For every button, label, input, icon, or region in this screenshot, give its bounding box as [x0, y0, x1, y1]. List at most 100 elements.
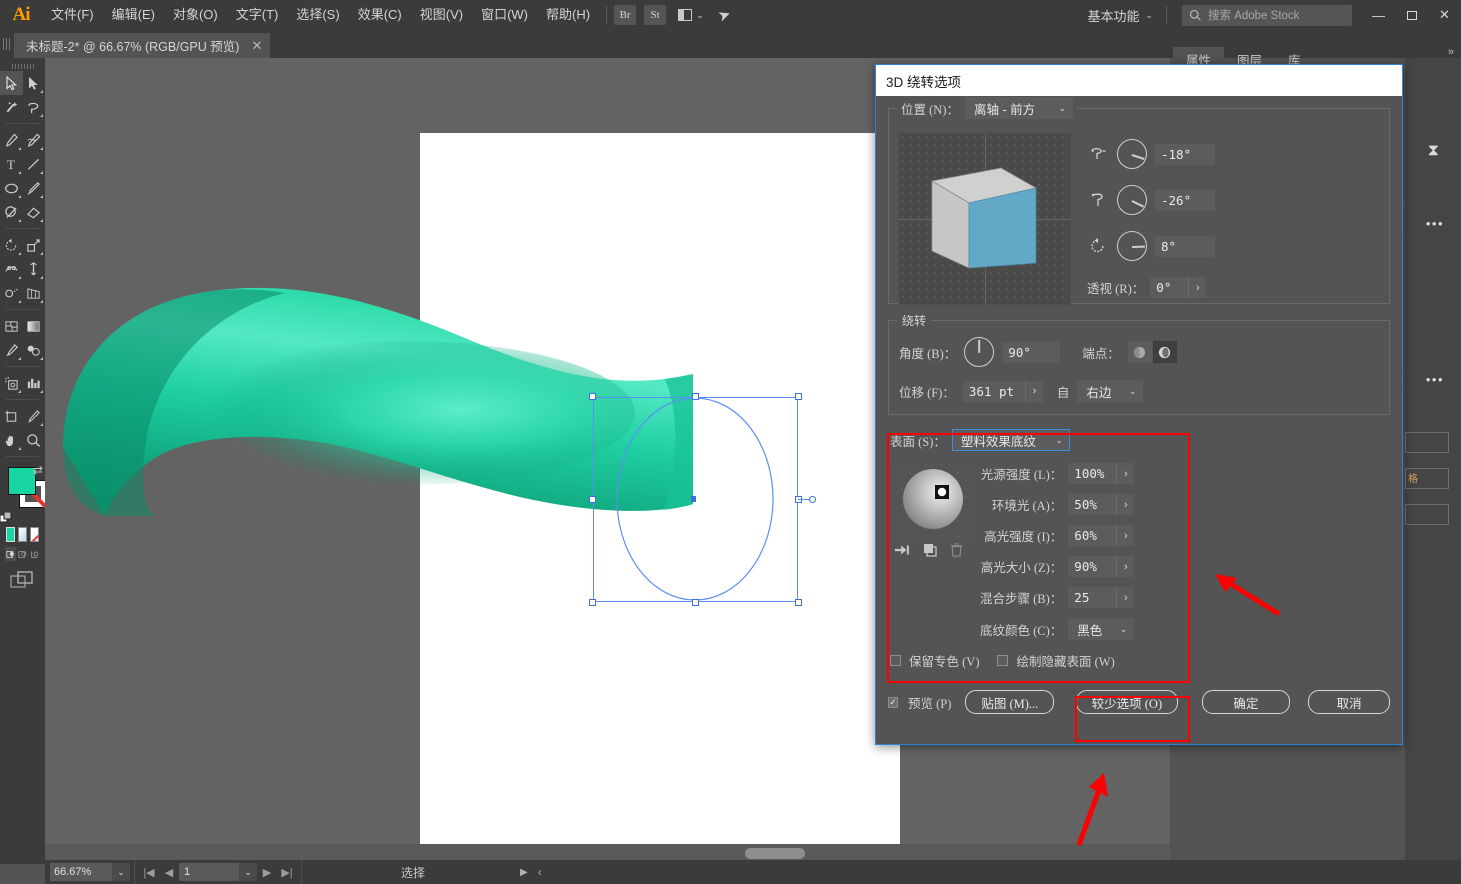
handle-middle-left[interactable]: [589, 496, 596, 503]
menu-select[interactable]: 选择(S): [287, 0, 348, 30]
add-light-icon[interactable]: [894, 543, 910, 562]
fewer-options-button[interactable]: 较少选项 (O): [1076, 690, 1178, 714]
minimize-button[interactable]: —: [1362, 0, 1395, 30]
selection-bounding-box[interactable]: [589, 393, 816, 606]
delete-light-icon[interactable]: [950, 543, 963, 562]
toolbar-grip[interactable]: [0, 61, 45, 71]
handle-bottom-left[interactable]: [589, 599, 596, 606]
pen-tool[interactable]: [0, 128, 23, 152]
color-swatch[interactable]: [6, 527, 15, 542]
light-sphere-preview[interactable]: [890, 461, 976, 539]
link-broken-icon[interactable]: ⧗: [1428, 142, 1439, 160]
artboard-dropdown-button[interactable]: ⌄: [239, 863, 257, 881]
revolve-options-dialog[interactable]: 3D 绕转选项 位置 (N)： 离轴 - 前方 ⌄ -18° -26° 8° 透…: [875, 64, 1403, 745]
close-icon[interactable]: ✕: [251, 38, 262, 54]
highlight-intensity-stepper[interactable]: ›: [1116, 525, 1135, 546]
none-swatch[interactable]: [30, 527, 39, 542]
gradient-swatch[interactable]: [18, 527, 27, 542]
perspective-stepper[interactable]: ›: [1188, 277, 1207, 298]
offset-field[interactable]: 361 pt: [962, 380, 1025, 402]
revolve-angle-field[interactable]: 90°: [1002, 341, 1061, 363]
ellipse-tool[interactable]: [0, 176, 23, 200]
width-tool[interactable]: [0, 257, 23, 281]
draw-inside-mode[interactable]: [29, 547, 40, 561]
position-select[interactable]: 离轴 - 前方 ⌄: [964, 97, 1073, 119]
change-screen-mode-button[interactable]: [0, 571, 45, 589]
rotate-x-field[interactable]: -18°: [1155, 143, 1215, 165]
ambient-light-stepper[interactable]: ›: [1116, 494, 1135, 515]
bridge-button[interactable]: Br: [614, 5, 637, 25]
handle-top-left[interactable]: [589, 393, 596, 400]
workspace-switcher[interactable]: 基本功能 ⌄: [1081, 6, 1159, 25]
perspective-field[interactable]: 0°: [1150, 277, 1189, 298]
revolve-axis-point[interactable]: [809, 496, 816, 503]
menu-help[interactable]: 帮助(H): [537, 0, 599, 30]
artboard-number-field[interactable]: 1: [179, 863, 239, 881]
lasso-tool[interactable]: [23, 95, 46, 119]
free-transform-tool[interactable]: [23, 257, 46, 281]
zoom-dropdown-button[interactable]: ⌄: [112, 863, 130, 881]
highlight-size-stepper[interactable]: ›: [1116, 556, 1135, 577]
handle-bottom-right[interactable]: [795, 599, 802, 606]
next-artboard-button[interactable]: ▶: [257, 860, 277, 884]
shading-color-select[interactable]: 黑色 ⌄: [1068, 618, 1135, 640]
draw-behind-mode[interactable]: [17, 547, 28, 561]
close-button[interactable]: ✕: [1428, 0, 1461, 30]
properties-field-3[interactable]: [1405, 504, 1449, 525]
default-fill-stroke-icon[interactable]: [0, 511, 12, 523]
duplicate-light-icon[interactable]: [923, 543, 937, 562]
hand-tool[interactable]: [0, 428, 23, 452]
paintbrush-tool[interactable]: [23, 176, 46, 200]
type-tool[interactable]: T: [0, 152, 23, 176]
light-intensity-field[interactable]: 100%: [1068, 463, 1117, 484]
draw-normal-mode[interactable]: [5, 547, 16, 561]
menu-view[interactable]: 视图(V): [411, 0, 472, 30]
handle-top-right[interactable]: [795, 393, 802, 400]
swap-fill-stroke-icon[interactable]: ⇄: [33, 463, 43, 477]
properties-field-1[interactable]: [1405, 432, 1449, 453]
arrange-documents-button[interactable]: ⌄: [678, 9, 704, 21]
last-artboard-button[interactable]: ▶|: [277, 860, 297, 884]
eyedropper-tool[interactable]: [0, 338, 23, 362]
shaper-tool[interactable]: [0, 200, 23, 224]
status-chevron-icon[interactable]: ‹: [538, 865, 542, 879]
preserve-spot-colors-checkbox[interactable]: [890, 655, 901, 666]
rotate-x-dial[interactable]: [1117, 139, 1147, 169]
zoom-level-field[interactable]: 66.67%: [50, 863, 112, 881]
column-graph-tool[interactable]: [23, 371, 46, 395]
properties-field-2[interactable]: 格: [1405, 468, 1449, 489]
share-icon[interactable]: ➤: [715, 4, 733, 25]
maximize-button[interactable]: [1395, 0, 1428, 30]
menu-effect[interactable]: 效果(C): [349, 0, 411, 30]
symbol-sprayer-tool[interactable]: [0, 371, 23, 395]
rotate-y-dial[interactable]: [1117, 185, 1147, 215]
cap-on-button[interactable]: [1152, 341, 1177, 363]
perspective-grid-tool[interactable]: [23, 281, 46, 305]
scale-tool[interactable]: [23, 233, 46, 257]
menu-window[interactable]: 窗口(W): [472, 0, 537, 30]
menu-file[interactable]: 文件(F): [42, 0, 103, 30]
menu-object[interactable]: 对象(O): [164, 0, 227, 30]
direct-selection-tool[interactable]: [23, 71, 46, 95]
draw-hidden-faces-checkbox[interactable]: [997, 655, 1009, 666]
properties-more-options-2[interactable]: •••: [1426, 372, 1444, 387]
properties-more-options-1[interactable]: •••: [1426, 216, 1444, 231]
menu-edit[interactable]: 编辑(E): [103, 0, 164, 30]
highlight-intensity-field[interactable]: 60%: [1068, 525, 1117, 546]
document-tab[interactable]: 未标题-2* @ 66.67% (RGB/GPU 预览) ✕: [14, 33, 272, 58]
selection-tool[interactable]: [0, 71, 23, 95]
shape-builder-tool[interactable]: [0, 281, 23, 305]
previous-artboard-button[interactable]: ◀: [159, 860, 179, 884]
artboard-tool[interactable]: [0, 404, 23, 428]
slice-tool[interactable]: [23, 404, 46, 428]
rotate-z-field[interactable]: 8°: [1155, 235, 1215, 257]
menu-type[interactable]: 文字(T): [227, 0, 288, 30]
stock-button[interactable]: St: [644, 5, 667, 25]
zoom-tool[interactable]: [23, 428, 46, 452]
rotate-y-field[interactable]: -26°: [1155, 189, 1215, 211]
gradient-tool[interactable]: [23, 314, 46, 338]
tabbar-grip[interactable]: [0, 30, 14, 58]
cancel-button[interactable]: 取消: [1308, 690, 1390, 714]
mesh-tool[interactable]: [0, 314, 23, 338]
horizontal-scroll-thumb[interactable]: [745, 848, 805, 859]
